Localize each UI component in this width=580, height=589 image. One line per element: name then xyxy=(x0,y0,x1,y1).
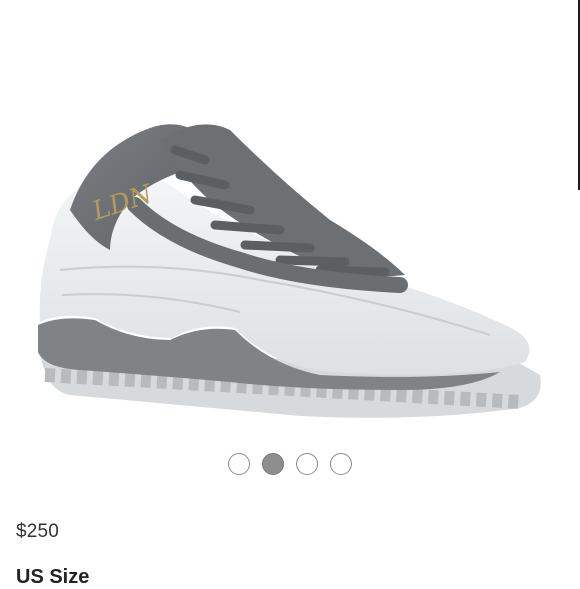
price-label: $250 xyxy=(16,521,60,542)
pager-dot-4[interactable] xyxy=(330,453,352,475)
listing-screen: LDN $250 US Size xyxy=(0,0,580,588)
size-heading: US Size xyxy=(16,566,90,588)
pager-dot-1[interactable] xyxy=(228,453,250,475)
image-pager xyxy=(0,453,580,479)
pager-dot-3[interactable] xyxy=(296,453,318,475)
product-photo[interactable]: LDN xyxy=(0,90,580,440)
pager-dot-2-active[interactable] xyxy=(262,453,284,475)
